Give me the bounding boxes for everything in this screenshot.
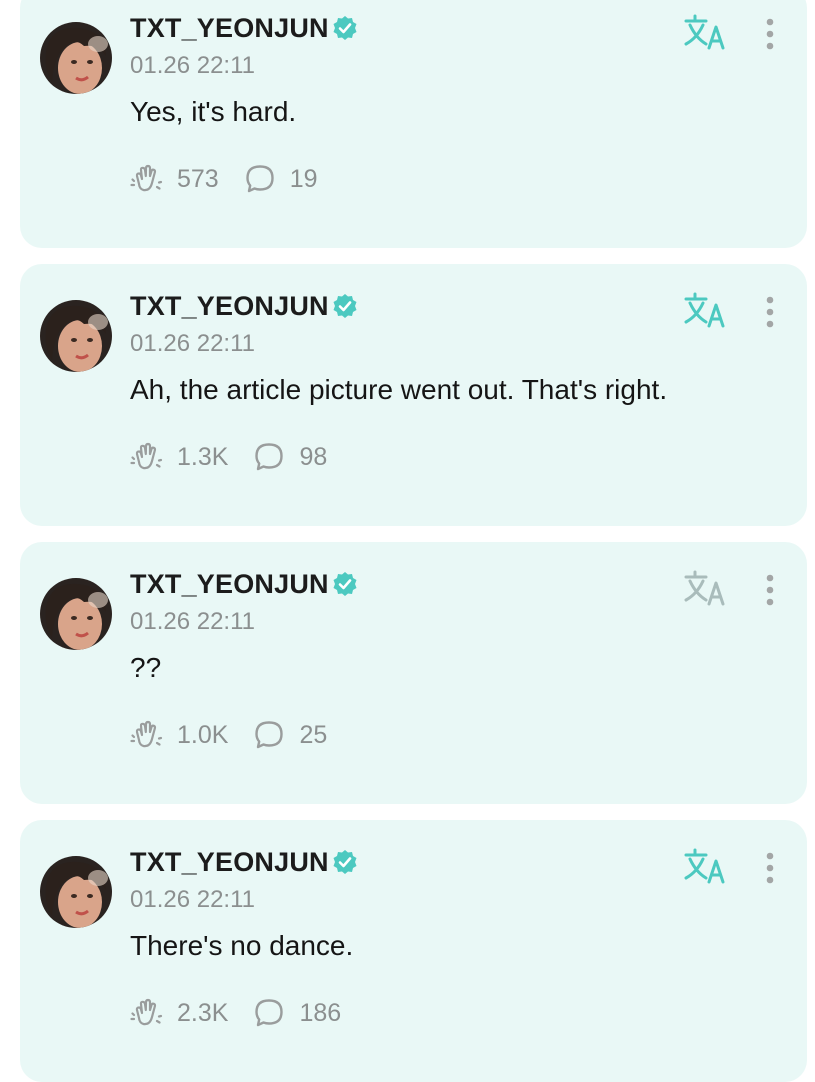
post-timestamp: 01.26 22:11 bbox=[130, 52, 256, 79]
verified-badge-icon bbox=[333, 572, 357, 596]
more-options-button[interactable] bbox=[756, 570, 784, 614]
more-options-button[interactable] bbox=[756, 292, 784, 336]
author-name[interactable]: TXT_YEONJUN bbox=[130, 291, 329, 322]
post-timestamp: 01.26 22:11 bbox=[130, 330, 256, 357]
speech-bubble-icon bbox=[255, 999, 284, 1027]
avatar[interactable] bbox=[40, 856, 112, 928]
avatar[interactable] bbox=[40, 22, 112, 94]
like-count: 2.3K bbox=[177, 998, 229, 1027]
avatar[interactable] bbox=[40, 300, 112, 372]
like-count: 1.3K bbox=[177, 442, 229, 471]
more-options-button[interactable] bbox=[756, 848, 784, 892]
verified-badge-icon bbox=[333, 294, 357, 318]
comment-button[interactable]: 25 bbox=[252, 718, 327, 752]
clap-hand-icon bbox=[130, 442, 163, 470]
post-text: There's no dance. bbox=[130, 930, 354, 961]
more-options-button[interactable] bbox=[756, 14, 784, 58]
comment-count: 25 bbox=[299, 720, 328, 749]
post-text: Yes, it's hard. bbox=[130, 96, 297, 127]
speech-bubble-icon bbox=[246, 165, 274, 193]
post-text: ?? bbox=[130, 652, 162, 683]
more-vertical-icon bbox=[766, 18, 774, 50]
post-card[interactable]: TXT_YEONJUN 01.26 22:11 Yes, it's hard. … bbox=[20, 0, 807, 248]
post-timestamp: 01.26 22:11 bbox=[130, 608, 256, 635]
author-row: TXT_YEONJUN bbox=[130, 568, 358, 600]
more-vertical-icon bbox=[766, 574, 774, 606]
author-name[interactable]: TXT_YEONJUN bbox=[130, 569, 329, 600]
like-button[interactable]: 573 bbox=[130, 162, 219, 196]
translate-button[interactable] bbox=[684, 290, 728, 330]
like-button[interactable]: 2.3K bbox=[130, 996, 228, 1030]
clap-hand-icon bbox=[130, 164, 163, 192]
post-timestamp: 01.26 22:11 bbox=[130, 886, 256, 913]
post-stats: 573 19 bbox=[130, 162, 318, 196]
like-button[interactable]: 1.0K bbox=[130, 718, 228, 752]
comment-count: 186 bbox=[299, 998, 342, 1027]
translate-button[interactable] bbox=[684, 846, 728, 886]
post-stats: 1.0K 25 bbox=[130, 718, 327, 752]
clap-hand-icon bbox=[130, 720, 163, 748]
translate-icon bbox=[684, 570, 725, 606]
author-name[interactable]: TXT_YEONJUN bbox=[130, 13, 329, 44]
post-stats: 1.3K 98 bbox=[130, 440, 327, 474]
avatar[interactable] bbox=[40, 578, 112, 650]
comment-button[interactable]: 19 bbox=[243, 162, 318, 196]
like-count: 1.0K bbox=[177, 720, 229, 749]
post-text: Ah, the article picture went out. That's… bbox=[130, 374, 668, 405]
translate-icon bbox=[684, 292, 725, 328]
verified-badge-icon bbox=[333, 850, 357, 874]
author-name[interactable]: TXT_YEONJUN bbox=[130, 847, 329, 878]
comment-button[interactable]: 186 bbox=[252, 996, 341, 1030]
verified-badge-icon bbox=[333, 16, 357, 40]
clap-hand-icon bbox=[130, 998, 163, 1026]
comment-count: 98 bbox=[299, 442, 328, 471]
speech-bubble-icon bbox=[255, 721, 284, 749]
like-button[interactable]: 1.3K bbox=[130, 440, 228, 474]
author-row: TXT_YEONJUN bbox=[130, 12, 358, 44]
post-card[interactable]: TXT_YEONJUN 01.26 22:11 ?? 1.0K 25 bbox=[20, 542, 807, 804]
author-row: TXT_YEONJUN bbox=[130, 290, 358, 322]
author-row: TXT_YEONJUN bbox=[130, 846, 358, 878]
like-count: 573 bbox=[177, 164, 219, 193]
translate-icon bbox=[684, 14, 725, 50]
speech-bubble-icon bbox=[255, 443, 284, 471]
translate-icon bbox=[684, 848, 725, 884]
translate-button[interactable] bbox=[684, 12, 728, 52]
post-card[interactable]: TXT_YEONJUN 01.26 22:11 Ah, the article … bbox=[20, 264, 807, 526]
translate-button[interactable] bbox=[684, 568, 728, 608]
post-stats: 2.3K 186 bbox=[130, 996, 341, 1030]
post-feed: TXT_YEONJUN 01.26 22:11 Yes, it's hard. … bbox=[0, 0, 815, 1082]
more-vertical-icon bbox=[766, 296, 774, 328]
post-card[interactable]: TXT_YEONJUN 01.26 22:11 There's no dance… bbox=[20, 820, 807, 1082]
comment-button[interactable]: 98 bbox=[252, 440, 327, 474]
more-vertical-icon bbox=[766, 852, 774, 884]
comment-count: 19 bbox=[289, 164, 318, 193]
